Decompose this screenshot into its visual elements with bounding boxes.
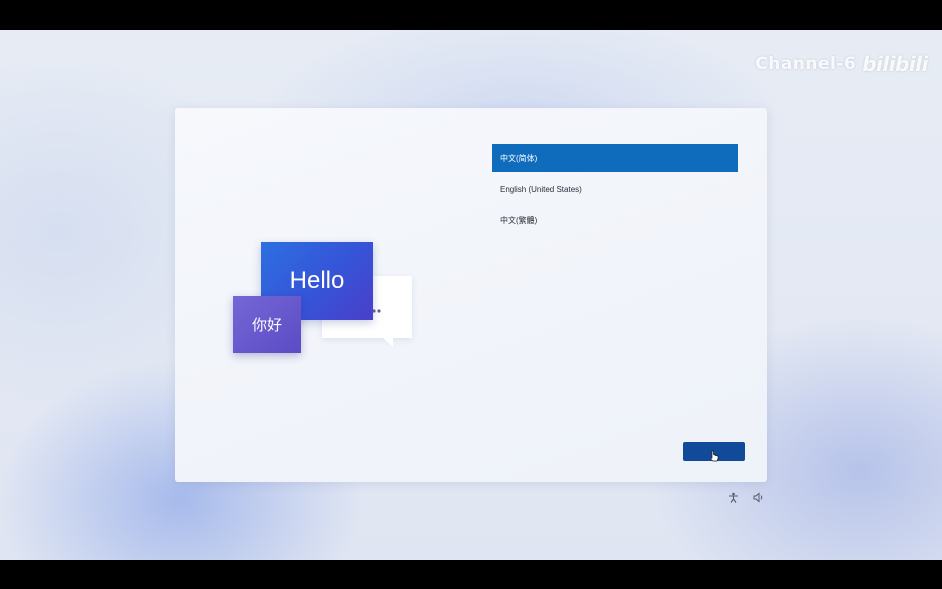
mouse-cursor-icon <box>710 449 719 467</box>
language-option-label: 中文(简体) <box>500 153 538 163</box>
language-option-label: English (United States) <box>500 184 582 194</box>
language-illustration: Hello 你好 <box>175 108 475 482</box>
speech-bubble-tail <box>383 338 393 347</box>
language-option-en-us[interactable]: English (United States) <box>492 175 738 203</box>
accessibility-icon[interactable] <box>727 491 739 503</box>
setup-screen: Channel-6 bilibili Hello 你好 中文(简体) Engli… <box>0 30 942 560</box>
watermark-logo: bilibili <box>862 52 928 76</box>
system-tray <box>727 491 765 503</box>
nihao-bubble: 你好 <box>233 296 301 353</box>
typing-dots-icon <box>371 305 385 315</box>
video-frame: Channel-6 bilibili Hello 你好 中文(简体) Engli… <box>0 0 942 589</box>
volume-icon[interactable] <box>753 491 765 503</box>
watermark-channel: Channel-6 <box>755 54 857 74</box>
language-list: 中文(简体) English (United States) 中文(繁體) <box>492 144 738 237</box>
video-watermark: Channel-6 bilibili <box>755 52 928 76</box>
language-option-zh-tw[interactable]: 中文(繁體) <box>492 206 738 234</box>
nihao-text: 你好 <box>251 317 282 334</box>
hello-text: Hello <box>289 267 345 294</box>
oobe-language-card: Hello 你好 中文(简体) English (United States) … <box>175 108 767 482</box>
language-option-zh-cn[interactable]: 中文(简体) <box>492 144 738 172</box>
language-option-label: 中文(繁體) <box>500 215 538 225</box>
